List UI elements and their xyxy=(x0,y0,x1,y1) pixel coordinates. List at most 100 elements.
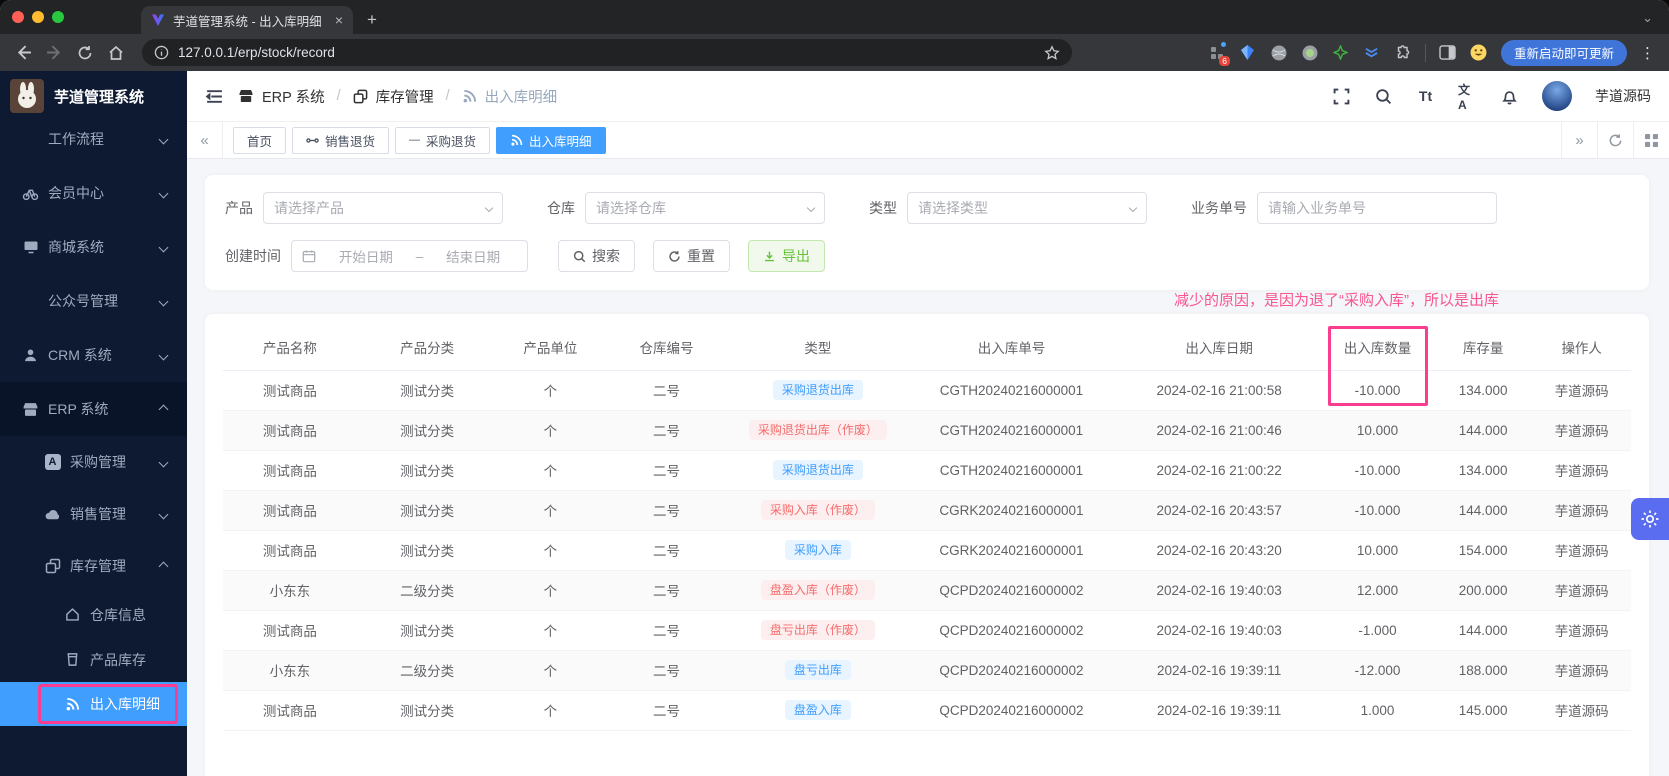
cell-stock: 144.000 xyxy=(1433,490,1533,531)
cup-icon xyxy=(64,651,81,668)
table-row[interactable]: 测试商品 测试分类 个 二号 盘亏出库（作废） QCPD202402160000… xyxy=(223,610,1631,651)
bookmark-star-icon[interactable] xyxy=(1044,44,1060,61)
locale-icon[interactable]: 文A xyxy=(1458,83,1477,112)
table-row[interactable]: 测试商品 测试分类 个 二号 采购入库（作废） CGRK202402160000… xyxy=(223,490,1631,531)
browser-tab-title: 芋道管理系统 - 出入库明细 xyxy=(173,14,322,29)
sidebar-item-mall-system[interactable]: 商城系统 xyxy=(0,220,187,274)
tag-stock-record[interactable]: 出入库明细 xyxy=(496,126,606,154)
cell-type: 采购退货出库 xyxy=(729,450,906,491)
home-icon[interactable] xyxy=(107,44,125,62)
warehouse-select[interactable] xyxy=(585,192,825,224)
extension-chevrons-icon[interactable] xyxy=(1363,44,1381,62)
emoji-extension-icon[interactable] xyxy=(1470,44,1488,62)
cell-unit: 个 xyxy=(497,570,604,611)
table-row[interactable]: 小东东 二级分类 个 二号 盘亏出库 QCPD20240216000002 20… xyxy=(223,650,1631,691)
cell-product: 测试商品 xyxy=(223,410,357,451)
back-icon[interactable] xyxy=(14,44,32,62)
minimize-window-button[interactable] xyxy=(32,11,44,23)
chevron-down-icon xyxy=(1128,203,1138,213)
cell-category: 二级分类 xyxy=(356,650,498,691)
breadcrumb-item[interactable]: ERP 系统 xyxy=(262,86,325,107)
warehouse-select-input[interactable] xyxy=(596,200,802,216)
start-date-placeholder[interactable]: 开始日期 xyxy=(322,246,410,266)
cell-qty: 12.000 xyxy=(1321,570,1434,611)
product-select[interactable] xyxy=(263,192,503,224)
table-row[interactable]: 测试商品 测试分类 个 二号 采购退货出库（作废） CGTH2024021600… xyxy=(223,410,1631,451)
sidebar-item-stock-mgmt[interactable]: 库存管理 xyxy=(0,540,187,592)
sidebar-item-stock-record[interactable]: 出入库明细 xyxy=(0,682,187,726)
tab-close-icon[interactable]: × xyxy=(335,12,343,28)
tags-scroll-right-icon[interactable]: » xyxy=(1561,122,1597,158)
font-size-icon[interactable]: Tt xyxy=(1416,87,1435,106)
cell-operator: 芋道源码 xyxy=(1532,450,1631,491)
new-tab-button[interactable]: + xyxy=(367,10,377,30)
table-row[interactable]: 小东东 二级分类 个 二号 盘盈入库（作废） QCPD2024021600000… xyxy=(223,570,1631,611)
tag-sales-return[interactable]: 销售退货 xyxy=(292,126,390,154)
extension-kite-icon[interactable] xyxy=(1239,44,1257,62)
table-row[interactable]: 测试商品 测试分类 个 二号 采购入库 CGRK20240216000001 2… xyxy=(223,530,1631,571)
extensions-puzzle-icon[interactable] xyxy=(1394,44,1412,62)
type-badge: 采购入库（作废） xyxy=(760,500,875,520)
forward-icon[interactable] xyxy=(45,44,63,62)
reset-button[interactable]: 重置 xyxy=(653,240,730,272)
extension-badge-icon[interactable]: 6 xyxy=(1208,41,1230,66)
site-info-icon[interactable] xyxy=(154,45,169,60)
bell-icon[interactable] xyxy=(1500,87,1519,106)
annotation-text: 减少的原因，是因为退了“采购入库”，所以是出库 xyxy=(1174,292,1499,309)
tags-scroll-left-icon[interactable]: « xyxy=(187,122,223,158)
cell-order-no: CGRK20240216000001 xyxy=(905,490,1118,531)
sidebar-item-purchase-mgmt[interactable]: A 采购管理 xyxy=(0,436,187,488)
username[interactable]: 芋道源码 xyxy=(1595,86,1651,106)
type-select-input[interactable] xyxy=(918,200,1124,216)
sidebar-item-sales-mgmt[interactable]: 销售管理 xyxy=(0,488,187,540)
tag-home[interactable]: 首页 xyxy=(233,126,287,154)
cell-warehouse: 二号 xyxy=(603,690,730,731)
extensions-row: 6 重新启动即可更新 ⋮ xyxy=(1208,39,1655,66)
date-range-picker[interactable]: 开始日期 – 结束日期 xyxy=(291,240,528,272)
url-bar[interactable]: 127.0.0.1/erp/stock/record xyxy=(142,39,1072,66)
theme-settings-button[interactable] xyxy=(1631,498,1669,540)
tags-refresh-icon[interactable] xyxy=(1597,122,1633,158)
type-badge: 盘盈入库（作废） xyxy=(760,580,875,600)
sidebar-item-warehouse-info[interactable]: 仓库信息 xyxy=(0,592,187,637)
zoom-window-button[interactable] xyxy=(52,11,64,23)
bizno-input-wrap[interactable] xyxy=(1257,192,1497,224)
cell-product: 测试商品 xyxy=(223,490,357,531)
table-row[interactable]: 测试商品 测试分类 个 二号 采购退货出库 CGTH20240216000001… xyxy=(223,450,1631,491)
table-row[interactable]: 测试商品 测试分类 个 二号 采购退货出库 CGTH20240216000001… xyxy=(223,370,1631,411)
collapse-menu-icon[interactable] xyxy=(205,87,224,106)
user-avatar[interactable] xyxy=(1542,81,1572,111)
sidebar-item-erp-system[interactable]: ERP 系统 xyxy=(0,382,187,436)
browser-tab[interactable]: 芋道管理系统 - 出入库明细 × xyxy=(141,6,353,34)
extension-circle-icon[interactable] xyxy=(1301,44,1319,62)
sidebar-item-member-center[interactable]: 会员中心 xyxy=(0,166,187,220)
extension-star-icon[interactable] xyxy=(1332,44,1350,62)
type-select[interactable] xyxy=(907,192,1147,224)
product-select-input[interactable] xyxy=(274,200,480,216)
restart-update-button[interactable]: 重新启动即可更新 xyxy=(1500,39,1627,66)
sidebar-item-official-account[interactable]: 公众号管理 xyxy=(0,274,187,328)
export-button[interactable]: 导出 xyxy=(748,240,825,272)
tab-search-chevron-icon[interactable]: ⌄ xyxy=(1642,10,1669,34)
extension-globe-icon[interactable] xyxy=(1270,44,1288,62)
download-icon xyxy=(765,251,774,261)
close-window-button[interactable] xyxy=(12,11,24,23)
end-date-placeholder[interactable]: 结束日期 xyxy=(429,246,517,266)
table-row[interactable]: 测试商品 测试分类 个 二号 盘盈入库 QCPD20240216000002 2… xyxy=(223,690,1631,731)
fullscreen-icon[interactable] xyxy=(1332,87,1351,106)
browser-menu-kebab-icon[interactable]: ⋮ xyxy=(1640,44,1655,62)
reload-icon[interactable] xyxy=(76,44,94,62)
tag-purchase-return[interactable]: — 采购退货 xyxy=(395,126,491,154)
cell-stock: 144.000 xyxy=(1433,610,1533,651)
search-icon[interactable] xyxy=(1374,87,1393,106)
tags-layout-grid-icon[interactable] xyxy=(1633,122,1669,158)
browser-toolbar: 127.0.0.1/erp/stock/record 6 重新启动即可更新 ⋮ xyxy=(0,34,1669,71)
sidebar-item-product-stock[interactable]: 产品库存 xyxy=(0,637,187,682)
sidebar-item-crm-system[interactable]: CRM 系统 xyxy=(0,328,187,382)
breadcrumb-item[interactable]: 库存管理 xyxy=(376,86,434,107)
col-warehouse: 仓库编号 xyxy=(603,324,730,371)
bizno-input[interactable] xyxy=(1268,200,1486,216)
cell-order-no: QCPD20240216000002 xyxy=(905,650,1118,691)
side-panel-icon[interactable] xyxy=(1439,44,1457,62)
search-button[interactable]: 搜索 xyxy=(558,240,635,272)
